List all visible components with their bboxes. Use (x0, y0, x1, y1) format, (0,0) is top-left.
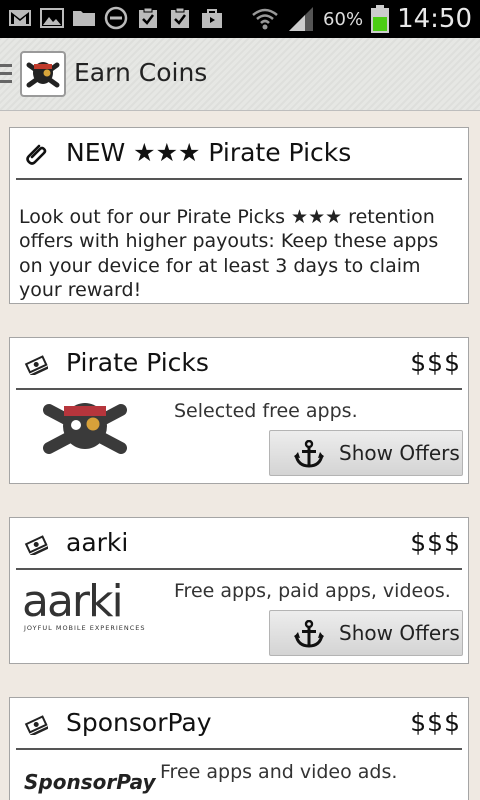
action-bar: Earn Coins (0, 38, 480, 111)
status-bar: 60% 14:50 (0, 0, 480, 38)
anchor-icon (294, 440, 324, 468)
show-offers-label: Show Offers (339, 621, 460, 645)
show-offers-button[interactable]: Show Offers (269, 430, 463, 476)
news-body: Look out for our Pirate Picks ★★★ retent… (19, 206, 439, 301)
news-title: NEW ★★★ Pirate Picks (66, 138, 352, 167)
offer-card-pirate-picks[interactable]: Pirate Picks $$$ Selected free apps. Sho… (9, 337, 469, 484)
news-card: NEW ★★★ Pirate Picks Look out for our Pi… (9, 127, 469, 304)
offer-description: Free apps and video ads. (160, 761, 398, 783)
pirate-picks-logo (43, 402, 127, 458)
money-icon (24, 535, 48, 555)
aarki-logo-tagline: JOYFUL MOBILE EXPERIENCES (24, 624, 146, 632)
aarki-logo: aarki JOYFUL MOBILE EXPERIENCES (22, 580, 152, 638)
sponsorpay-logo: SponsorPay (24, 770, 156, 794)
clock-time: 14:50 (397, 4, 472, 34)
offer-price: $$$ (410, 348, 461, 377)
offer-price: $$$ (410, 708, 461, 737)
shop-bag-icon (202, 9, 222, 28)
folder-icon (73, 11, 95, 26)
money-icon (24, 355, 48, 375)
show-offers-button[interactable]: Show Offers (269, 610, 463, 656)
offer-description: Selected free apps. (174, 400, 358, 422)
offer-card-aarki[interactable]: aarki $$$ aarki JOYFUL MOBILE EXPERIENCE… (9, 517, 469, 664)
offer-name: Pirate Picks (66, 348, 209, 377)
block-icon (104, 6, 128, 30)
aarki-logo-text: aarki (22, 576, 124, 627)
gallery-icon (40, 8, 64, 28)
divider (16, 388, 462, 390)
drawer-menu-icon[interactable] (0, 64, 12, 88)
gmail-icon (9, 10, 31, 26)
sponsorpay-logo-text: SponsorPay (24, 770, 156, 794)
offer-name: aarki (66, 528, 129, 557)
skull-crossbones-icon (26, 62, 60, 88)
anchor-icon (294, 620, 324, 648)
divider (16, 568, 462, 570)
paperclip-icon (26, 144, 47, 165)
wifi-icon (252, 8, 278, 30)
clipboard-check-icon (139, 7, 157, 28)
divider (16, 178, 462, 180)
offer-name: SponsorPay (66, 708, 212, 737)
money-icon (24, 715, 48, 735)
offerwall-list[interactable]: NEW ★★★ Pirate Picks Look out for our Pi… (0, 111, 480, 800)
show-offers-label: Show Offers (339, 441, 460, 465)
app-logo[interactable] (20, 51, 66, 97)
battery-percent: 60% (323, 8, 364, 30)
offer-price: $$$ (410, 528, 461, 557)
offer-card-sponsorpay[interactable]: SponsorPay $$$ SponsorPay Free apps and … (9, 697, 469, 800)
page-title: Earn Coins (74, 58, 208, 87)
skull-crossbones-icon (43, 403, 127, 454)
battery-icon (371, 5, 390, 33)
clipboard-check-icon (171, 7, 189, 28)
divider (16, 748, 462, 750)
offer-description: Free apps, paid apps, videos. (174, 580, 451, 602)
signal-icon (289, 7, 314, 31)
